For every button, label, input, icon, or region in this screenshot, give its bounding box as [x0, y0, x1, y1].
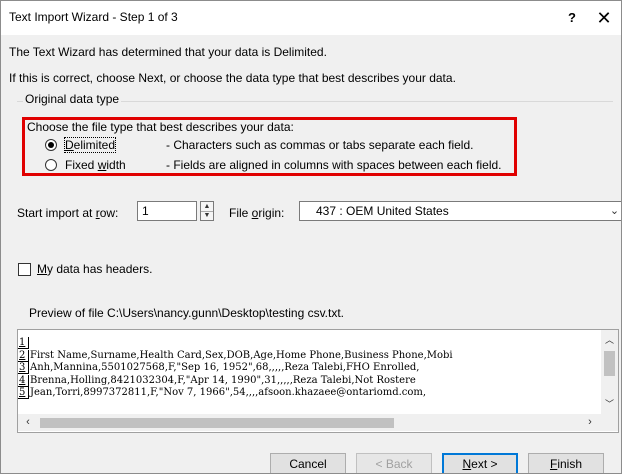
chevron-down-icon[interactable]: ⌄ — [606, 201, 621, 221]
horizontal-scroll-thumb[interactable] — [40, 418, 394, 428]
preview-row-text: First Name,Surname,Health Card,Sex,DOB,A… — [30, 349, 453, 361]
text-import-wizard-dialog: Text Import Wizard - Step 1 of 3 ? ✕ The… — [0, 0, 622, 474]
preview-row-number: 5 — [18, 387, 29, 399]
original-data-type-group-label: Original data type — [23, 92, 122, 106]
scroll-down-icon[interactable]: ﹀ — [601, 398, 618, 410]
scroll-right-icon[interactable]: › — [584, 414, 596, 431]
preview-row-text: Jean,Torri,8997372811,F,"Nov 7, 1966",54… — [30, 387, 427, 398]
scroll-left-icon[interactable]: ‹ — [22, 414, 34, 431]
my-data-has-headers-checkbox[interactable] — [18, 263, 31, 276]
preview-row-text: Brenna,Holling,8421032304,F,"Apr 14, 199… — [30, 374, 416, 386]
file-origin-label: File origin: — [229, 206, 285, 220]
title-bar: Text Import Wizard - Step 1 of 3 ? ✕ — [1, 1, 621, 35]
help-button[interactable]: ? — [559, 7, 585, 29]
preview-row: 2 First Name,Surname,Health Card,Sex,DOB,… — [18, 349, 598, 363]
preview-row: 4 Brenna,Holling,8421032304,F,"Apr 14, 19… — [18, 374, 598, 388]
finish-button[interactable]: Finish — [528, 453, 604, 473]
preview-row-number: 4 — [18, 374, 29, 387]
radio-label-fixed-width[interactable]: Fixed width — [65, 158, 126, 172]
vertical-scroll-thumb[interactable] — [604, 351, 615, 376]
radio-description-fixed-width: - Fields are aligned in columns with spa… — [166, 158, 502, 172]
radio-button-delimited[interactable] — [45, 139, 57, 151]
spinner-down-icon[interactable]: ▼ — [201, 211, 213, 220]
window-title: Text Import Wizard - Step 1 of 3 — [9, 10, 178, 24]
choose-file-type-label: Choose the file type that best describes… — [27, 120, 294, 134]
radio-description-delimited: - Characters such as commas or tabs sepa… — [166, 138, 474, 152]
preview-pane[interactable]: 1 2 First Name,Surname,Health Card,Sex,DO… — [17, 329, 619, 433]
preview-row: 1 — [18, 337, 598, 350]
my-data-has-headers-label[interactable]: My data has headers. — [37, 262, 152, 276]
back-button[interactable]: < Back — [356, 453, 432, 473]
preview-file-label: Preview of file C:\Users\nancy.gunn\Desk… — [29, 306, 345, 320]
preview-row-number: 1 — [18, 337, 29, 349]
horizontal-scrollbar[interactable]: ‹ › — [18, 414, 601, 431]
close-button[interactable]: ✕ — [589, 5, 619, 31]
start-row-spinner[interactable]: ▲ ▼ — [200, 201, 214, 221]
radio-label-delimited[interactable]: Delimited — [63, 137, 117, 153]
file-origin-select[interactable]: 437 : OEM United States — [299, 201, 621, 221]
dialog-body: The Text Wizard has determined that your… — [1, 35, 621, 473]
radio-button-fixed-width[interactable] — [45, 159, 57, 171]
preview-lines: 1 2 First Name,Surname,Health Card,Sex,DO… — [18, 337, 598, 400]
cancel-button[interactable]: Cancel — [270, 453, 346, 473]
preview-row-text: Anh,Mannina,5501027568,F,"Sep 16, 1952",… — [30, 362, 420, 373]
preview-row-number: 2 — [18, 349, 29, 362]
preview-row: 5 Jean,Torri,8997372811,F,"Nov 7, 1966",5… — [18, 387, 598, 400]
intro-line-2: If this is correct, choose Next, or choo… — [9, 71, 456, 85]
intro-line-1: The Text Wizard has determined that your… — [9, 45, 327, 59]
preview-row: 3 Anh,Mannina,5501027568,F,"Sep 16, 1952"… — [18, 362, 598, 375]
preview-row-number: 3 — [18, 362, 29, 374]
scrollbar-corner — [601, 414, 618, 431]
scroll-up-icon[interactable]: ︿ — [601, 334, 618, 346]
vertical-scrollbar[interactable]: ︿ ﹀ — [601, 330, 618, 414]
next-button[interactable]: Next > — [442, 453, 518, 473]
start-row-input[interactable]: 1 — [137, 201, 197, 221]
start-import-row-label: Start import at row: — [17, 206, 119, 220]
